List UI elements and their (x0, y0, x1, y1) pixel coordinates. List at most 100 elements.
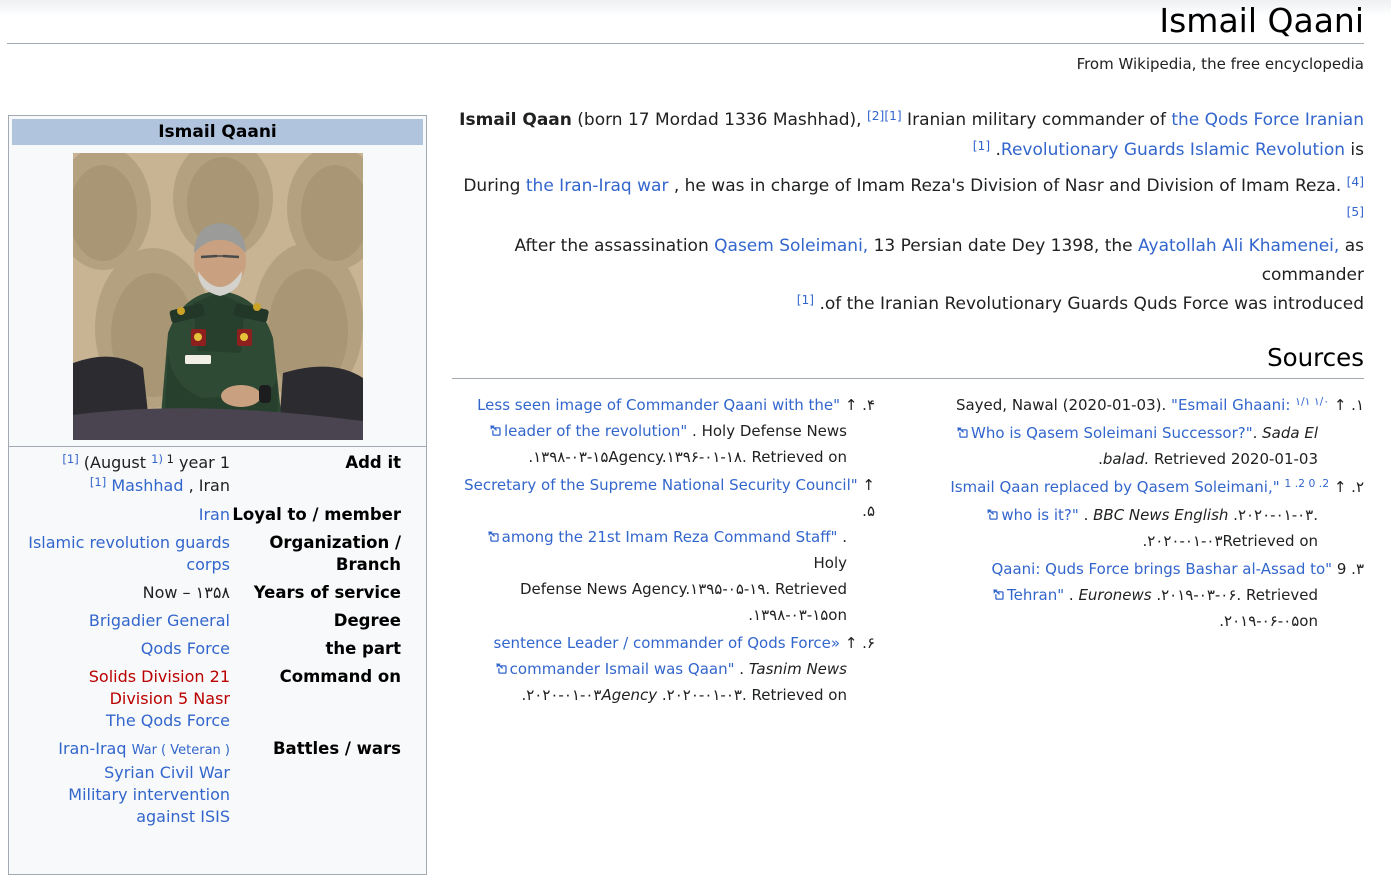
ref-marker-link[interactable]: [1] (973, 139, 990, 153)
wiki-link[interactable]: Tehran" (1007, 586, 1064, 604)
wiki-link[interactable]: Iran-Iraq (58, 739, 126, 758)
wiki-link[interactable]: Iran (199, 505, 230, 524)
references-column-right: Sayed, Nawal (2020-01-03). "Esmail Ghaan… (910, 392, 1364, 710)
ref-marker-link[interactable]: ۱/۱ ۱/۰ (1295, 395, 1329, 408)
wiki-link[interactable]: "Esmail Ghaani: (1171, 396, 1295, 414)
text: Iranian military commander of (901, 110, 1172, 130)
infobox-divider (9, 446, 426, 447)
text-line: Defense News Agency.۱۳۹۵-۰۵-۱۹. Retrieve… (452, 576, 875, 602)
ref-marker-link[interactable]: [4][5] (1347, 175, 1364, 219)
infobox-label: Battles / wars (272, 739, 401, 758)
external-link-icon[interactable] (956, 424, 971, 442)
text-line: [1] Mashhad , Iran (12, 475, 230, 498)
portrait-photo[interactable] (72, 153, 363, 440)
text-line: Brigadier General (12, 610, 230, 632)
infobox-row: Solids Division 21 Division 5 Nasr The Qod… (12, 663, 423, 735)
title-rule (7, 43, 1364, 44)
external-link-icon[interactable] (986, 506, 1001, 524)
external-link-icon[interactable] (489, 422, 504, 440)
infobox-row: Now – ۱۳۵۸ Years of service (12, 579, 423, 607)
wiki-link[interactable]: Military intervention against ISIS (68, 785, 230, 826)
infobox-row: Iran Loyal to / member (12, 501, 423, 529)
wiki-link[interactable]: Islamic revolution guards corps (28, 533, 230, 574)
ref-number: .۴ (857, 396, 875, 414)
wiki-link[interactable]: Who is Qasem Soleimani Successor?" (971, 424, 1253, 442)
article-content: Ismail Qaan (born 17 Mordad 1336 Mashhad… (452, 106, 1364, 710)
wiki-link[interactable]: among the 21st Imam Reza Command Staff" (502, 528, 838, 546)
external-link-icon[interactable] (992, 586, 1007, 604)
wiki-link[interactable]: Brigadier General (89, 611, 230, 630)
text: After the assassination (514, 236, 715, 256)
wiki-link[interactable]: Ismail Qaan replaced by Qasem Soleimani,… (950, 478, 1279, 496)
wiki-redlink[interactable]: Division 5 Nasr (110, 689, 230, 708)
ref-marker-link[interactable]: [2][1] (867, 109, 902, 123)
wiki-link[interactable]: Qasem Soleimani, (714, 236, 868, 256)
external-link-icon[interactable] (487, 528, 502, 546)
text-line: Iran-Iraq War ( Veteran ) (12, 738, 230, 762)
site-subtitle: From Wikipedia, the free encyclopedia (1076, 55, 1364, 73)
backlink-arrow: 9 (1332, 560, 1347, 578)
text-line: Military intervention against ISIS (12, 784, 230, 828)
text: Now – ۱۳۵۸ (142, 583, 230, 602)
text: . (734, 660, 749, 678)
references-column-left: Less seen image of Commander Qaani with … (452, 392, 875, 710)
backlink-arrow: ↑ (840, 396, 858, 414)
infobox-label: Years of service (253, 583, 401, 602)
wiki-link[interactable]: Secretary of the Supreme National Securi… (464, 476, 858, 494)
wiki-link[interactable]: commander Ismail was Qaan" (510, 660, 735, 678)
infobox-value: Now – ۱۳۵۸ (12, 582, 230, 604)
ref-marker-link[interactable]: 1) (151, 452, 163, 466)
text-line: Qods Force (12, 638, 230, 660)
text: year 1 (173, 453, 230, 472)
ref-marker-link[interactable]: [1] (62, 452, 78, 466)
ref-marker-link[interactable]: [1] (797, 293, 814, 307)
wiki-link[interactable]: Qods Force (141, 639, 230, 658)
wiki-link[interactable]: Mashhad (111, 476, 183, 495)
wiki-link[interactable]: The Qods Force (106, 711, 230, 730)
wiki-link[interactable]: Qaani: Quds Force brings Bashar al-Assad… (991, 560, 1332, 578)
wiki-link[interactable]: War ( Veteran ) (132, 743, 230, 758)
wiki-link[interactable]: sentence Leader / commander of Qods Forc… (494, 634, 841, 652)
text: (born 17 Mordad 1336 Mashhad), (571, 110, 867, 130)
text: During (463, 176, 526, 196)
references-list: Less seen image of Commander Qaani with … (452, 392, 1364, 710)
infobox-label: Loyal to / member (232, 505, 401, 524)
wiki-redlink[interactable]: Solids Division 21 (89, 667, 230, 686)
wiki-link[interactable]: the Iran-Iraq war (526, 176, 669, 196)
text: .۲۰۲۰-۰۱-۰۳ (521, 686, 602, 704)
external-link-icon[interactable] (495, 660, 510, 678)
wiki-link[interactable]: Ayatollah Ali Khamenei, (1138, 236, 1339, 256)
infobox-value: Iran (12, 504, 230, 526)
wiki-link[interactable]: Less seen image of Commander Qaani with … (477, 396, 840, 414)
backlink-arrow: ↑ (1329, 478, 1347, 496)
reference-item-1: Sayed, Nawal (2020-01-03). "Esmail Ghaan… (910, 392, 1364, 472)
wiki-link[interactable]: Syrian Civil War (104, 763, 230, 782)
infobox-value: Iran-Iraq War ( Veteran ) Syrian Civil Wa… (12, 738, 230, 828)
text-line: Tehran" . Euronews .۲۰۱۹-۰۳-۰۶. Retrieve… (910, 582, 1364, 608)
wiki-link[interactable]: leader of the revolution" (504, 422, 687, 440)
text: Euronews (1078, 586, 1152, 604)
ref-marker-link[interactable]: [1] (90, 475, 106, 489)
text-line: Ismail Qaan replaced by Qasem Soleimani,… (910, 474, 1364, 502)
infobox-row: [1] (August 1) 1 year 1 [1] Mashhad , Ira… (12, 449, 423, 501)
wiki-link[interactable]: the Qods Force Iranian (1171, 110, 1364, 130)
text-line: Secretary of the Supreme National Securi… (452, 472, 875, 524)
ref-number: .۲ (1346, 478, 1364, 496)
page-title: Ismail Qaani (1159, 1, 1364, 40)
text: Agency (601, 686, 658, 704)
wiki-link[interactable]: Revolutionary Guards Islamic Revolution (1001, 140, 1345, 160)
infobox-row: Qods Force the part (12, 635, 423, 663)
ref-marker-link[interactable]: 1 .2 0 .2 (1284, 477, 1329, 490)
backlink-arrow: ↑ (1329, 396, 1347, 414)
text-line: .۱۳۹۸-۰۳-۱۵on (452, 602, 875, 628)
text: . (1064, 586, 1079, 604)
text: BBC News English (1093, 506, 1229, 524)
text-line: The Qods Force (12, 710, 230, 732)
text: .۱۳۹۸-۰۳-۱۵on (748, 606, 847, 624)
text-line: After the assassination Qasem Soleimani,… (452, 232, 1364, 290)
infobox-label: Command on (279, 667, 401, 686)
wiki-link[interactable]: who is it?" (1001, 506, 1078, 524)
text: .۲۰۱۹-۰۶-۰۵on (1219, 612, 1318, 630)
infobox-value: [1] (August 1) 1 year 1 [1] Mashhad , Ira… (12, 452, 230, 498)
text: , he was in charge of Imam Reza's Divisi… (668, 176, 1347, 196)
